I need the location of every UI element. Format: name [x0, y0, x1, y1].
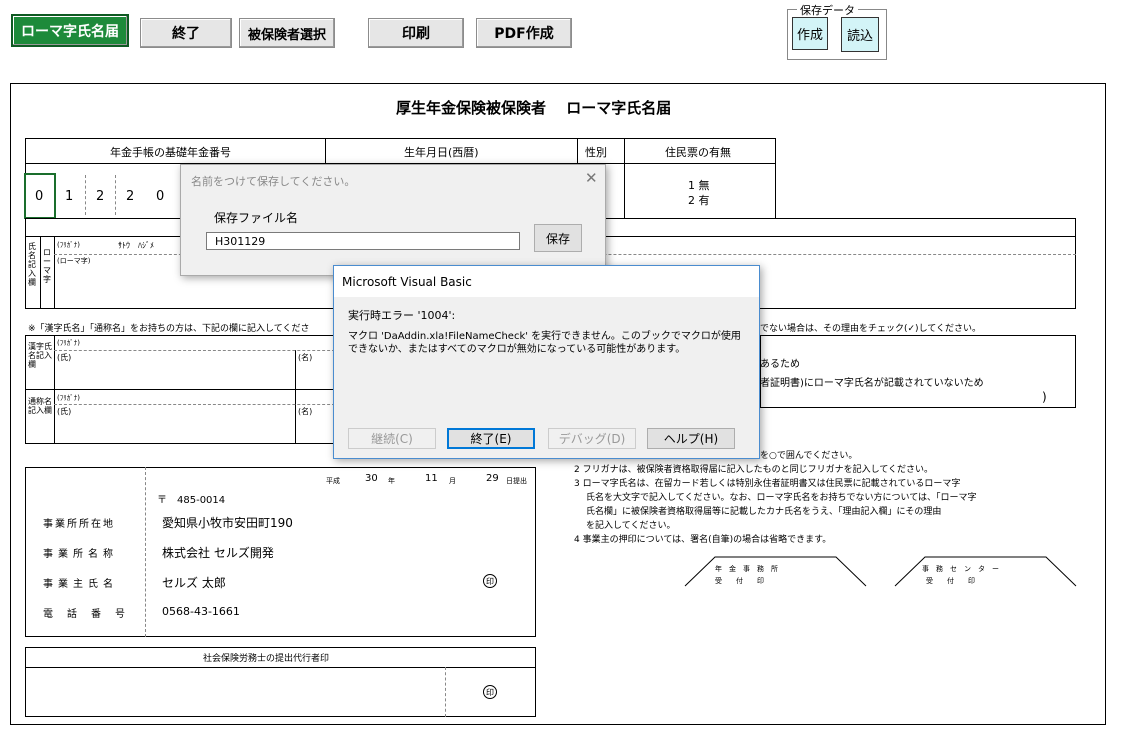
pension-header: 年金手帳の基礎年金番号	[110, 146, 231, 159]
residence-option-1: 1 無	[688, 179, 710, 192]
alias-sei-label: (氏)	[57, 407, 72, 416]
close-icon[interactable]: ✕	[585, 169, 598, 187]
stamp-pension-office: 年 金 事 務 所	[715, 565, 778, 573]
vb-dialog-title: Microsoft Visual Basic	[342, 275, 472, 289]
pension-digit: 2	[126, 189, 135, 204]
residence-header: 住民票の有無	[665, 146, 731, 159]
note-1: を○で囲んでください。	[760, 451, 858, 461]
save-button[interactable]: 保存	[534, 224, 582, 252]
office-name-value: 株式会社 セルズ開発	[162, 546, 274, 560]
kanji-mei-label: (名)	[298, 353, 313, 362]
address-value: 愛知県小牧市安田町190	[162, 516, 293, 530]
kanji-name-label: 漢字氏名記入欄	[28, 342, 52, 369]
roman-sub-label: (ローマ字)	[57, 257, 91, 265]
save-load-button[interactable]: 読込	[841, 17, 879, 52]
reason-paren: )	[1042, 390, 1047, 404]
postal-code: 〒 485-0014	[157, 495, 226, 506]
continue-button[interactable]: 継続(C)	[348, 428, 436, 449]
pension-digit: 2	[96, 189, 105, 204]
form-title: 厚生年金保険被保険者 ローマ字氏名届	[396, 99, 672, 117]
kanji-note: ※「漢字氏名」「通称名」をお持ちの方は、下記の欄に記入してくださ	[28, 324, 310, 334]
print-button[interactable]: 印刷	[368, 18, 464, 48]
owner-value: セルズ 太郎	[162, 576, 226, 590]
day-label: 日提出	[506, 477, 527, 485]
birth-header: 生年月日(西暦)	[404, 146, 479, 159]
note-4: 4 事業主の押印については、署名(自筆)の場合は省略できます。	[574, 535, 832, 545]
debug-button[interactable]: デバッグ(D)	[548, 428, 636, 449]
owner-label: 事業主氏名	[43, 579, 118, 590]
kanji-sei-label: (氏)	[57, 353, 72, 362]
note-3d: を記入してください。	[586, 521, 676, 531]
end-button[interactable]: 終了(E)	[447, 428, 535, 449]
reason-2: 者証明書)にローマ字氏名が記載されていないため	[760, 378, 984, 389]
date-year: 30	[365, 473, 378, 484]
phone-label: 電話番号	[43, 609, 139, 620]
note-3b: 氏名を大文字で記入してください。なお、ローマ字氏名をお持ちでない方については、「…	[586, 493, 977, 503]
roman-label: ローマ字	[43, 248, 51, 284]
save-dialog: 名前をつけて保存してください。 ✕ 保存ファイル名 保存	[180, 164, 606, 276]
address-label: 事業所所在地	[43, 519, 115, 530]
date-month: 11	[425, 473, 438, 484]
stamp-pension-receipt: 受 付 印	[715, 577, 764, 585]
vb-error-title: 実行時エラー '1004':	[348, 309, 456, 322]
date-era: 平成	[326, 477, 340, 485]
furigana-value: ｻﾄｳ ﾊｼﾞﾒ	[118, 241, 154, 250]
alias-name-label: 通称名記入欄	[28, 397, 52, 415]
save-create-button[interactable]: 作成	[792, 17, 828, 50]
select-insured-button[interactable]: 被保険者選択	[239, 18, 335, 48]
kanji-furigana-label: (ﾌﾘｶﾞﾅ)	[57, 339, 80, 347]
office-name-label: 事業所名称	[43, 549, 118, 560]
pension-digit: 0	[35, 189, 44, 204]
note-2: 2 フリガナは、被保険者資格取得届に記入したものと同じフリガナを記入してください…	[574, 465, 934, 475]
phone-value: 0568-43-1661	[162, 605, 240, 618]
pension-digit: 0	[156, 189, 165, 204]
furigana-label: (ﾌﾘｶﾞﾅ)	[57, 241, 80, 249]
owner-seal-icon: 印	[483, 574, 497, 588]
note-3a: 3 ローマ字氏名は、在留カード若しくは特別永住者証明書又は住民票に記載されている…	[574, 479, 961, 489]
pdf-button[interactable]: PDF作成	[476, 18, 572, 48]
save-file-label: 保存ファイル名	[214, 211, 299, 225]
date-day: 29	[486, 473, 499, 484]
roman-name-form-button[interactable]: ローマ字氏名届	[11, 14, 129, 47]
vb-error-dialog: Microsoft Visual Basic 実行時エラー '1004': マク…	[333, 265, 760, 459]
alias-furigana-label: (ﾌﾘｶﾞﾅ)	[57, 394, 80, 402]
stamp-center-receipt: 受 付 印	[926, 577, 975, 585]
agent-header: 社会保険労務士の提出代行者印	[203, 654, 330, 664]
name-entry-label: 氏名記入欄	[28, 242, 36, 287]
note-3c: 氏名欄」に被保険者資格取得届等に記載したカナ氏名をうえ、「理由記入欄」にその理由	[586, 507, 942, 517]
reason-box	[760, 335, 1076, 408]
reason-1: あるため	[760, 359, 800, 370]
month-label: 月	[449, 477, 456, 485]
pension-digit: 1	[65, 189, 74, 204]
vb-error-message: マクロ 'DaAddin.xla!FileNameCheck' を実行できません…	[348, 331, 741, 355]
year-label: 年	[388, 477, 395, 485]
alias-mei-label: (名)	[298, 407, 313, 416]
sex-header: 性別	[585, 146, 607, 159]
reason-note: でない場合は、その理由をチェック(✓)してください。	[760, 324, 982, 334]
residence-option-2: 2 有	[688, 194, 710, 207]
save-dialog-title: 名前をつけて保存してください。	[191, 175, 356, 188]
help-button[interactable]: ヘルプ(H)	[647, 428, 735, 449]
save-file-input[interactable]	[206, 232, 520, 250]
agent-seal-icon: 印	[483, 685, 497, 699]
exit-button[interactable]: 終了	[140, 18, 232, 48]
stamp-center-office: 事 務 セ ン タ ー	[922, 565, 999, 573]
save-data-legend: 保存データ	[797, 2, 858, 18]
